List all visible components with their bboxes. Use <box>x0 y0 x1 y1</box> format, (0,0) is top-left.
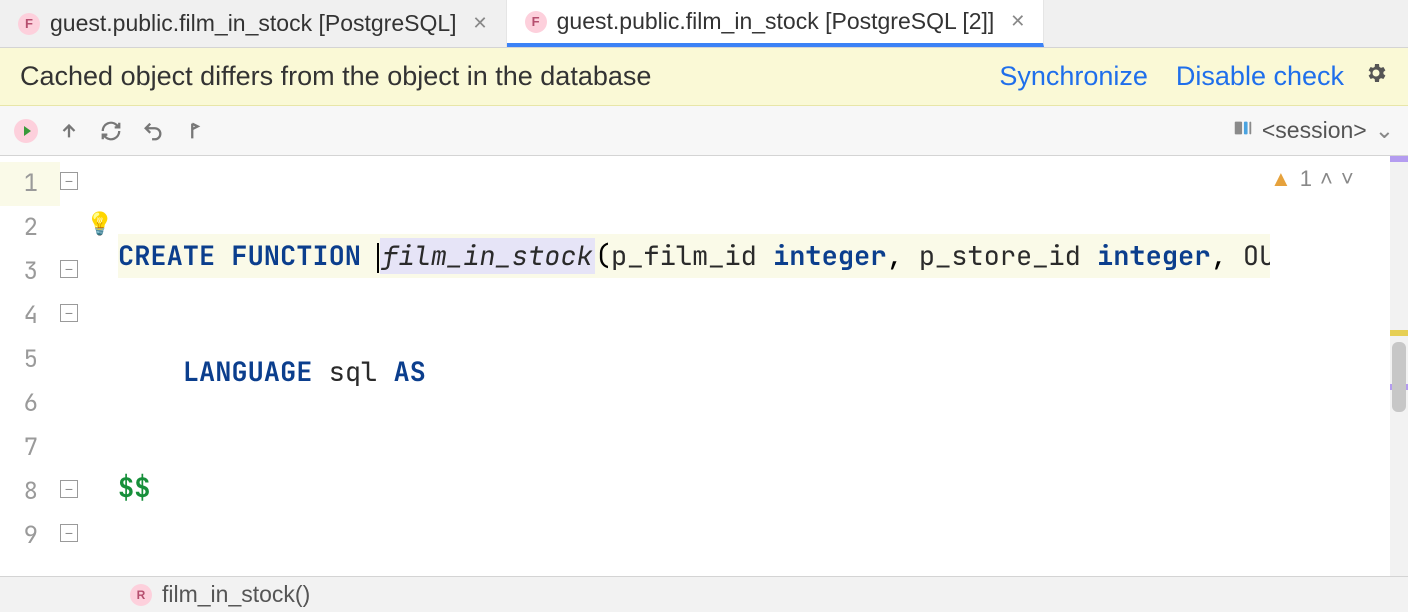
routine-icon: R <box>130 584 152 606</box>
line-number: 5 <box>0 338 60 382</box>
refresh-icon[interactable] <box>100 120 122 142</box>
revert-icon[interactable] <box>184 120 206 142</box>
scroll-thumb[interactable] <box>1392 342 1406 412</box>
close-icon[interactable]: ✕ <box>473 13 488 34</box>
synchronize-link[interactable]: Synchronize <box>999 61 1148 92</box>
fold-toggle[interactable]: − <box>60 172 78 190</box>
warning-count: 1 <box>1300 166 1312 192</box>
editor-toolbar: <session> ⌄ <box>0 106 1408 156</box>
line-number: 3 <box>0 250 60 294</box>
undo-icon[interactable] <box>142 120 164 142</box>
chevron-up-icon[interactable]: ˄ <box>1320 166 1333 192</box>
line-number: 6 <box>0 382 60 426</box>
gear-icon[interactable] <box>1364 61 1388 92</box>
chevron-down-icon: ⌄ <box>1375 117 1394 144</box>
disable-check-link[interactable]: Disable check <box>1176 61 1344 92</box>
session-selector[interactable]: <session> ⌄ <box>1232 117 1394 145</box>
bulb-icon[interactable]: 💡 <box>86 211 113 237</box>
warning-icon: ▲ <box>1270 166 1292 192</box>
breadcrumb-bar: R film_in_stock() <box>0 576 1408 612</box>
line-number: 8 <box>0 470 60 514</box>
tab-file-1[interactable]: F guest.public.film_in_stock [PostgreSQL… <box>0 0 507 47</box>
code-line: CREATE FUNCTION film_in_stock(p_film_id … <box>118 234 1270 278</box>
fold-toggle[interactable]: − <box>60 304 78 322</box>
tab-label: guest.public.film_in_stock [PostgreSQL [… <box>557 8 995 35</box>
scrollbar[interactable] <box>1390 156 1408 576</box>
line-number: 1 <box>0 162 60 206</box>
file-icon: F <box>525 11 547 33</box>
fold-column: − 💡 − − − − <box>60 156 118 576</box>
line-gutter: 1 2 3 4 5 6 7 8 9 <box>0 156 60 576</box>
session-icon <box>1232 117 1254 145</box>
fold-toggle[interactable]: − <box>60 260 78 278</box>
fold-toggle[interactable]: − <box>60 524 78 542</box>
code-line: LANGUAGE sql AS <box>118 350 1270 394</box>
session-label: <session> <box>1262 117 1367 144</box>
code-area[interactable]: CREATE FUNCTION film_in_stock(p_film_id … <box>118 156 1270 576</box>
line-number: 7 <box>0 426 60 470</box>
code-line: $$ <box>118 466 1270 510</box>
code-editor[interactable]: 1 2 3 4 5 6 7 8 9 − 💡 − − − − CREATE FUN… <box>0 156 1408 576</box>
upload-icon[interactable] <box>58 120 80 142</box>
run-button[interactable] <box>14 119 38 143</box>
line-number: 4 <box>0 294 60 338</box>
tab-file-2[interactable]: F guest.public.film_in_stock [PostgreSQL… <box>507 0 1045 47</box>
breadcrumb-text: film_in_stock() <box>162 581 310 608</box>
chevron-down-icon[interactable]: ˅ <box>1341 166 1354 192</box>
fold-toggle[interactable]: − <box>60 480 78 498</box>
notification-banner: Cached object differs from the object in… <box>0 48 1408 106</box>
line-number: 2 <box>0 206 60 250</box>
file-icon: F <box>18 13 40 35</box>
inspection-widget[interactable]: ▲ 1 ˄ ˅ <box>1270 156 1390 576</box>
scroll-marker <box>1390 156 1408 162</box>
banner-message: Cached object differs from the object in… <box>20 61 971 92</box>
tab-label: guest.public.film_in_stock [PostgreSQL] <box>50 10 457 37</box>
tabs-bar: F guest.public.film_in_stock [PostgreSQL… <box>0 0 1408 48</box>
line-number: 9 <box>0 514 60 558</box>
scroll-marker <box>1390 330 1408 336</box>
close-icon[interactable]: ✕ <box>1010 11 1025 32</box>
